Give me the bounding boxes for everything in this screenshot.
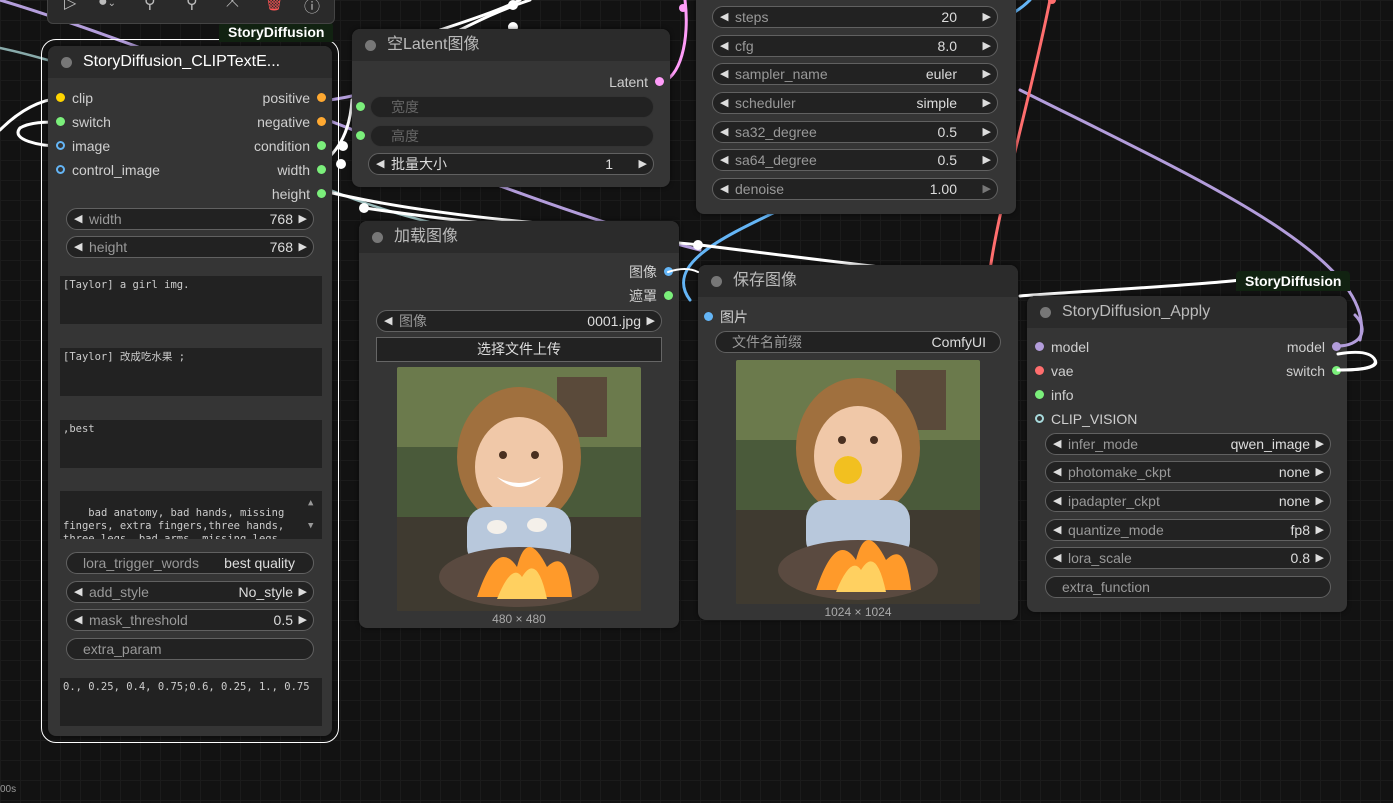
color-icon[interactable]: ●⌄ bbox=[98, 0, 116, 11]
extra-function-widget[interactable]: extra_function bbox=[1045, 576, 1331, 598]
empty-latent-node[interactable]: 空Latent图像 Latent 宽度 高度 ◀ 批量大小 1 ▶ bbox=[352, 29, 670, 187]
output-latent[interactable]: Latent bbox=[609, 74, 664, 90]
node-title[interactable]: StoryDiffusion_CLIPTextE... bbox=[48, 46, 332, 78]
image-size-caption: 480 × 480 bbox=[492, 612, 546, 626]
scroll-down-icon[interactable]: ▼ bbox=[308, 520, 313, 533]
output-condition[interactable]: condition bbox=[254, 138, 326, 154]
output-negative[interactable]: negative bbox=[257, 114, 326, 130]
sampler-node[interactable]: ◀ steps 20 ▶ ◀ cfg 8.0 ▶ ◀ sampler_name euler ▶ ◀… bbox=[696, 0, 1016, 214]
upload-button[interactable]: 选择文件上传 bbox=[376, 337, 662, 362]
node-title-text: StoryDiffusion_CLIPTextE... bbox=[83, 53, 281, 70]
status-text: 00s bbox=[0, 784, 17, 795]
node-badge: StoryDiffusion bbox=[218, 22, 334, 42]
node-badge: StoryDiffusion bbox=[1235, 271, 1351, 291]
lora-scale-widget[interactable]: ◀ lora_scale 0.8 ▶ bbox=[1045, 547, 1331, 569]
prompt-textarea-3[interactable]: ,best bbox=[60, 420, 322, 468]
image-size-caption: 1024 × 1024 bbox=[824, 605, 892, 619]
sa64-degree-widget[interactable]: ◀ sa64_degree 0.5 ▶ bbox=[712, 149, 998, 171]
girl-campfire-image bbox=[397, 367, 641, 611]
latent-height-widget[interactable]: 高度 bbox=[370, 125, 654, 147]
extra-param-textarea[interactable]: 0., 0.25, 0.4, 0.75;0.6, 0.25, 1., 0.75 bbox=[60, 678, 322, 726]
node-toolbar: ▷ ●⌄ ⚲ ⚲ ⤧ 🗑 ⓘ bbox=[47, 0, 335, 24]
collapse-dot-icon[interactable] bbox=[372, 232, 383, 243]
prompt-textarea-2[interactable]: [Taylor] 改成吃水果 ; bbox=[60, 348, 322, 396]
filename-prefix-widget[interactable]: 文件名前缀 ComfyUI bbox=[715, 331, 1001, 353]
batch-size-widget[interactable]: ◀ 批量大小 1 ▶ bbox=[368, 153, 654, 175]
extra-param-widget[interactable]: extra_param bbox=[66, 638, 314, 660]
collapse-dot-icon[interactable] bbox=[365, 40, 376, 51]
width-widget[interactable]: ◀ width 768 ▶ bbox=[66, 208, 314, 230]
steps-widget[interactable]: ◀ steps 20 ▶ bbox=[712, 6, 998, 28]
wand-icon[interactable]: ⚲ bbox=[144, 0, 156, 13]
node-title-text: 加载图像 bbox=[394, 228, 459, 245]
photomake-ckpt-widget[interactable]: ◀ photomake_ckpt none ▶ bbox=[1045, 461, 1331, 483]
trash-icon[interactable]: 🗑 bbox=[264, 0, 284, 13]
ipadapter-ckpt-widget[interactable]: ◀ ipadapter_ckpt none ▶ bbox=[1045, 490, 1331, 512]
negative-prompt-text: bad anatomy, bad hands, missing fingers,… bbox=[63, 507, 285, 539]
output-width[interactable]: width bbox=[277, 162, 326, 178]
scroll-up-icon[interactable]: ▲ bbox=[308, 497, 313, 510]
output-positive[interactable]: positive bbox=[263, 90, 326, 106]
loaded-image-preview bbox=[397, 367, 641, 611]
collapse-dot-icon[interactable] bbox=[1040, 307, 1051, 318]
pin-icon[interactable]: ⚲ bbox=[186, 0, 198, 13]
output-model[interactable]: model bbox=[1287, 339, 1341, 355]
output-height[interactable]: height bbox=[272, 186, 326, 202]
input-image[interactable]: image bbox=[56, 138, 110, 154]
input-switch[interactable]: switch bbox=[56, 114, 111, 130]
node-title[interactable]: 加载图像 bbox=[359, 221, 679, 253]
input-control-image[interactable]: control_image bbox=[56, 162, 160, 178]
input-clip[interactable]: clip bbox=[56, 90, 93, 106]
latent-width-widget[interactable]: 宽度 bbox=[370, 96, 654, 118]
input-vae[interactable]: vae bbox=[1035, 363, 1074, 379]
story-diffusion-apply-node[interactable]: StoryDiffusion_Apply model vae info CLIP… bbox=[1027, 296, 1347, 612]
prompt-textarea-1[interactable]: [Taylor] a girl img. bbox=[60, 276, 322, 324]
load-image-node[interactable]: 加载图像 图像 遮罩 ◀ 图像 0001.jpg ▶ 选择文件上传 480 × 480 bbox=[359, 221, 679, 628]
scheduler-widget[interactable]: ◀ scheduler simple ▶ bbox=[712, 92, 998, 114]
quantize-mode-widget[interactable]: ◀ quantize_mode fp8 ▶ bbox=[1045, 519, 1331, 541]
image-select-widget[interactable]: ◀ 图像 0001.jpg ▶ bbox=[376, 310, 662, 332]
input-images[interactable]: 图片 bbox=[704, 309, 748, 325]
mask-threshold-widget[interactable]: ◀ mask_threshold 0.5 ▶ bbox=[66, 609, 314, 631]
girl-eating-fruit-image bbox=[736, 360, 980, 604]
input-info[interactable]: info bbox=[1035, 387, 1074, 403]
collapse-dot-icon[interactable] bbox=[711, 276, 722, 287]
help-icon[interactable]: ⓘ bbox=[304, 0, 320, 17]
clip-text-encode-node[interactable]: StoryDiffusion_CLIPTextE... clip switch … bbox=[41, 39, 339, 743]
node-title-text: 空Latent图像 bbox=[387, 36, 480, 53]
output-switch[interactable]: switch bbox=[1286, 363, 1341, 379]
sa32-degree-widget[interactable]: ◀ sa32_degree 0.5 ▶ bbox=[712, 121, 998, 143]
height-widget[interactable]: ◀ height 768 ▶ bbox=[66, 236, 314, 258]
input-clip-vision[interactable]: CLIP_VISION bbox=[1035, 411, 1137, 427]
collapse-icon[interactable]: ⤧ bbox=[226, 0, 239, 11]
node-title-text: StoryDiffusion_Apply bbox=[1062, 303, 1211, 320]
denoise-widget[interactable]: ◀ denoise 1.00 ▶ bbox=[712, 178, 998, 200]
saved-image-preview bbox=[736, 360, 980, 604]
infer-mode-widget[interactable]: ◀ infer_mode qwen_image ▶ bbox=[1045, 433, 1331, 455]
negative-prompt-textarea[interactable]: bad anatomy, bad hands, missing fingers,… bbox=[60, 491, 322, 539]
collapse-dot-icon[interactable] bbox=[61, 57, 72, 68]
output-mask[interactable]: 遮罩 bbox=[629, 288, 673, 304]
node-title[interactable]: 保存图像 bbox=[698, 265, 1018, 297]
cfg-widget[interactable]: ◀ cfg 8.0 ▶ bbox=[712, 35, 998, 57]
add-style-widget[interactable]: ◀ add_style No_style ▶ bbox=[66, 581, 314, 603]
sampler-name-widget[interactable]: ◀ sampler_name euler ▶ bbox=[712, 63, 998, 85]
save-image-node[interactable]: 保存图像 图片 文件名前缀 ComfyUI 1024 × 1024 bbox=[698, 265, 1018, 620]
textarea-scrollbar[interactable]: ▲ ▼ bbox=[306, 493, 320, 537]
node-title[interactable]: StoryDiffusion_Apply bbox=[1027, 296, 1347, 328]
output-image[interactable]: 图像 bbox=[629, 264, 673, 280]
node-title[interactable]: 空Latent图像 bbox=[352, 29, 670, 61]
input-model[interactable]: model bbox=[1035, 339, 1089, 355]
lora-trigger-words-widget[interactable]: lora_trigger_words best quality bbox=[66, 552, 314, 574]
play-icon[interactable]: ▷ bbox=[64, 0, 76, 13]
node-title-text: 保存图像 bbox=[733, 272, 798, 289]
